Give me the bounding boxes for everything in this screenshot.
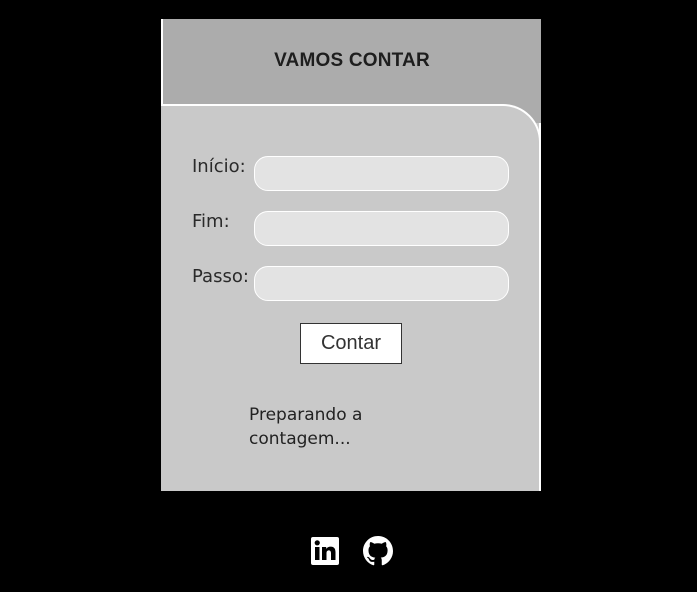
- count-button[interactable]: Contar: [300, 323, 402, 364]
- status-message: Preparando a contagem...: [249, 405, 363, 449]
- step-label: Passo:: [192, 266, 249, 287]
- counter-card: VAMOS CONTAR Início: Fim: Passo: Contar …: [161, 19, 541, 491]
- linkedin-icon[interactable]: [310, 536, 340, 566]
- card-title: VAMOS CONTAR: [274, 50, 430, 71]
- card-body: Início: Fim: Passo: Contar Preparando a …: [161, 104, 541, 491]
- end-label: Fim:: [192, 211, 230, 232]
- end-input[interactable]: [254, 211, 509, 246]
- start-input[interactable]: [254, 156, 509, 191]
- social-links: [310, 536, 393, 566]
- step-input[interactable]: [254, 266, 509, 301]
- github-icon[interactable]: [363, 536, 393, 566]
- start-label: Início:: [192, 156, 246, 177]
